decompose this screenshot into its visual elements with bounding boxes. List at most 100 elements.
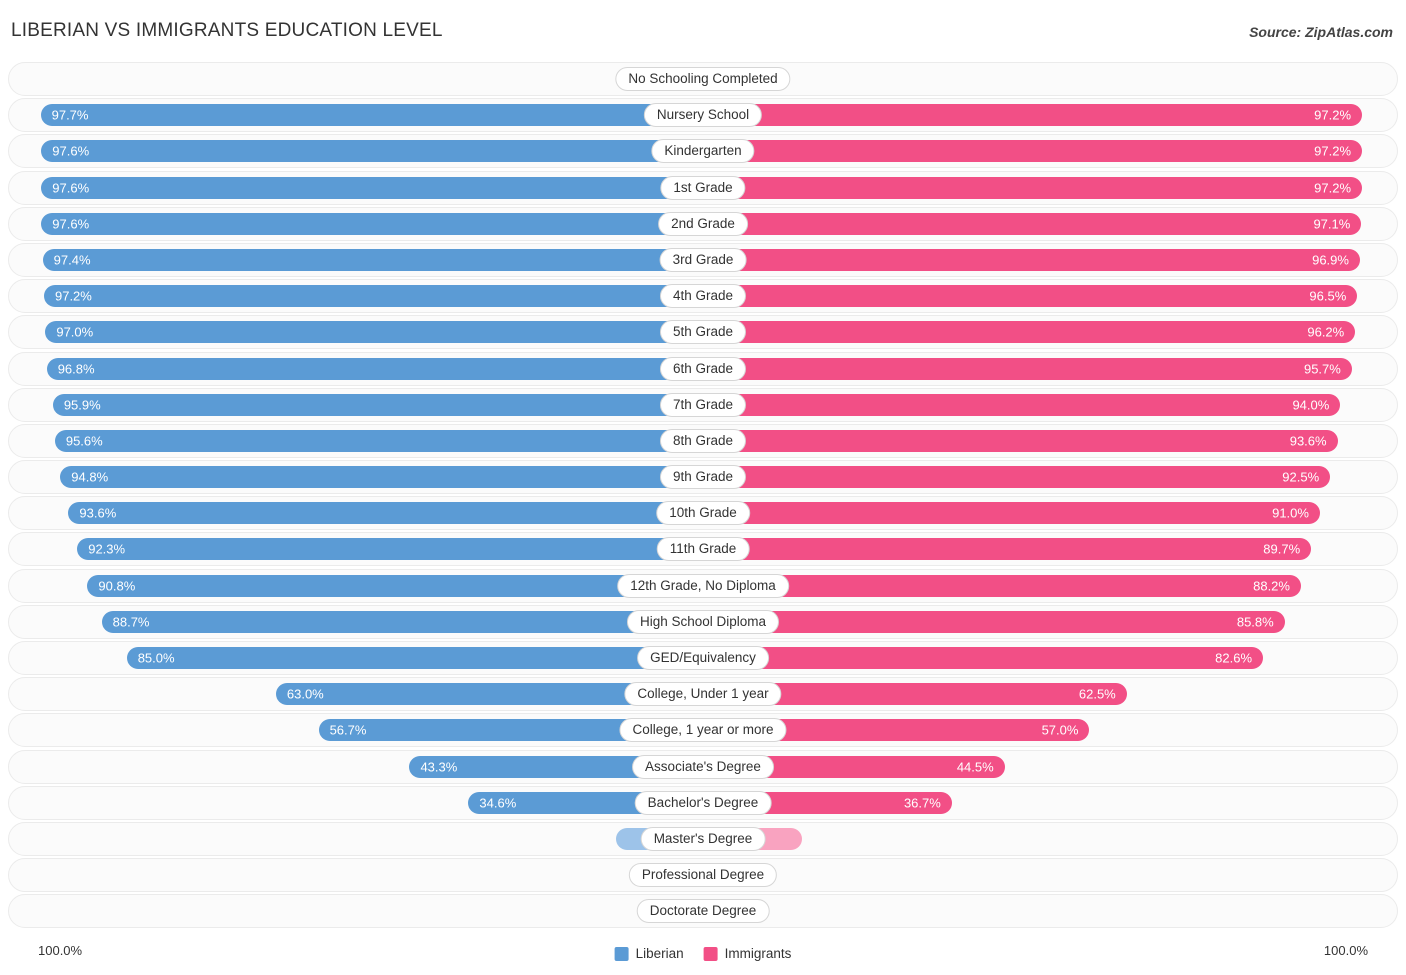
chart-row: 97.7% 97.2% Nursery School xyxy=(8,98,1398,133)
bar-value-immigrants: 96.5% xyxy=(1309,288,1347,304)
bar-immigrants: 96.9% xyxy=(703,248,1360,271)
category-label: 6th Grade xyxy=(659,356,747,381)
category-label: 10th Grade xyxy=(656,501,750,526)
bar-immigrants: 97.1% xyxy=(703,212,1362,235)
left-series-track: 97.6% xyxy=(9,172,703,204)
bar-liberian: 97.6% xyxy=(41,140,703,163)
category-label: 9th Grade xyxy=(659,465,747,490)
legend-label: Immigrants xyxy=(724,946,792,961)
category-label: High School Diploma xyxy=(626,609,780,634)
left-series-track: 95.6% xyxy=(9,425,703,457)
chart-row: 97.6% 97.2% Kindergarten xyxy=(8,134,1398,169)
right-series-track: 96.9% xyxy=(703,244,1397,276)
chart-row: 43.3% 44.5% Associate's Degree xyxy=(8,749,1398,784)
chart-page: LIBERIAN VS IMMIGRANTS EDUCATION LEVEL S… xyxy=(0,0,1406,975)
category-label: Nursery School xyxy=(643,103,763,128)
page-title: LIBERIAN VS IMMIGRANTS EDUCATION LEVEL xyxy=(11,20,443,41)
left-series-track: 94.8% xyxy=(9,461,703,493)
diverging-bar-chart: 2.4%2.8%No Schooling Completed 97.7% 97.2%… xyxy=(8,62,1398,934)
bar-liberian: 95.9% xyxy=(52,393,703,416)
right-series-track: 96.2% xyxy=(703,316,1397,348)
bar-value-immigrants: 36.7% xyxy=(903,795,941,811)
category-label: Professional Degree xyxy=(628,863,778,888)
right-series-track: 88.2% xyxy=(703,570,1397,602)
bar-immigrants: 97.2% xyxy=(703,140,1363,163)
legend-label: Liberian xyxy=(635,946,684,961)
right-series-track: 92.5% xyxy=(703,461,1397,493)
bar-liberian: 97.0% xyxy=(45,321,703,344)
bar-value-liberian: 34.6% xyxy=(479,795,517,811)
source-attribution: Source: ZipAtlas.com xyxy=(1249,24,1393,40)
bar-value-immigrants: 89.7% xyxy=(1263,541,1301,557)
chart-row: 56.7% 57.0% College, 1 year or more xyxy=(8,713,1398,748)
right-series-track: 57.0% xyxy=(703,714,1397,746)
left-series-track: 95.9% xyxy=(9,389,703,421)
left-series-track: 43.3% xyxy=(9,751,703,783)
right-series-track: 82.6% xyxy=(703,642,1397,674)
bar-immigrants: 96.2% xyxy=(703,321,1356,344)
bar-liberian: 97.2% xyxy=(43,285,703,308)
right-series-track: 91.0% xyxy=(703,497,1397,529)
bar-value-immigrants: 82.6% xyxy=(1215,650,1253,666)
category-label: 1st Grade xyxy=(660,175,746,200)
category-label: 7th Grade xyxy=(659,392,747,417)
right-series-track: 4.4% xyxy=(703,859,1397,891)
category-label: College, Under 1 year xyxy=(624,682,782,707)
bar-immigrants: 93.6% xyxy=(703,429,1338,452)
right-series-track: 2.8% xyxy=(703,63,1397,95)
category-label: 12th Grade, No Diploma xyxy=(617,573,789,598)
category-label: 2nd Grade xyxy=(658,211,748,236)
chart-legend: Liberian Immigrants xyxy=(614,946,792,961)
chart-row: 97.4% 96.9% 3rd Grade xyxy=(8,242,1398,277)
bar-value-immigrants: 88.2% xyxy=(1253,578,1290,594)
bar-value-liberian: 97.7% xyxy=(51,107,89,123)
bar-value-immigrants: 57.0% xyxy=(1041,722,1079,738)
bar-value-liberian: 94.8% xyxy=(71,469,109,485)
left-series-track: 90.8% xyxy=(9,570,703,602)
right-series-track: 95.7% xyxy=(703,353,1397,385)
left-series-track: 97.2% xyxy=(9,280,703,312)
chart-row: 97.6% 97.2% 1st Grade xyxy=(8,170,1398,205)
right-series-track: 89.7% xyxy=(703,533,1397,565)
chart-row: 90.8% 88.2% 12th Grade, No Diploma xyxy=(8,568,1398,603)
chart-row: 85.0% 82.6% GED/Equivalency xyxy=(8,641,1398,675)
chart-row: 93.6% 91.0% 10th Grade xyxy=(8,496,1398,531)
chart-row: 94.8% 92.5% 9th Grade xyxy=(8,460,1398,495)
chart-row: 92.3% 89.7% 11th Grade xyxy=(8,532,1398,567)
left-series-track: 97.0% xyxy=(9,316,703,348)
bar-immigrants: 89.7% xyxy=(703,538,1312,561)
left-series-track: 97.6% xyxy=(9,208,703,240)
bar-value-liberian: 97.4% xyxy=(53,252,91,268)
bar-value-liberian: 63.0% xyxy=(286,686,324,702)
chart-row: 1.5%1.8%Doctorate Degree xyxy=(8,894,1398,929)
bar-liberian: 92.3% xyxy=(77,538,703,561)
chart-row: 97.6% 97.1% 2nd Grade xyxy=(8,206,1398,241)
bar-immigrants: 91.0% xyxy=(703,502,1320,525)
left-series-track: 97.7% xyxy=(9,99,703,131)
right-series-track: 14.6% xyxy=(703,823,1397,855)
bar-value-immigrants: 96.9% xyxy=(1312,252,1349,268)
bar-value-immigrants: 97.1% xyxy=(1313,216,1351,232)
bar-value-immigrants: 62.5% xyxy=(1078,686,1116,702)
category-label: Doctorate Degree xyxy=(636,899,770,924)
category-label: Kindergarten xyxy=(651,139,755,164)
left-series-track: 93.6% xyxy=(9,497,703,529)
bar-immigrants: 97.2% xyxy=(703,176,1363,199)
bar-liberian: 90.8% xyxy=(87,574,703,597)
left-series-track: 92.3% xyxy=(9,533,703,565)
axis-label-right: 100.0% xyxy=(1323,943,1368,958)
bar-value-immigrants: 94.0% xyxy=(1292,397,1330,413)
chart-row: 63.0% 62.5% College, Under 1 year xyxy=(8,677,1398,712)
category-label: 11th Grade xyxy=(656,537,750,562)
bar-immigrants: 96.5% xyxy=(703,285,1358,308)
bar-value-liberian: 97.0% xyxy=(56,324,94,340)
category-label: Bachelor's Degree xyxy=(634,790,772,815)
left-series-track: 56.7% xyxy=(9,714,703,746)
bar-value-immigrants: 97.2% xyxy=(1314,180,1352,196)
left-series-track: 96.8% xyxy=(9,353,703,385)
left-series-track: 97.4% xyxy=(9,244,703,276)
chart-row: 95.9% 94.0% 7th Grade xyxy=(8,387,1398,422)
bar-value-liberian: 96.8% xyxy=(57,361,95,376)
left-series-track: 63.0% xyxy=(9,678,703,710)
bar-value-liberian: 95.6% xyxy=(65,433,103,449)
